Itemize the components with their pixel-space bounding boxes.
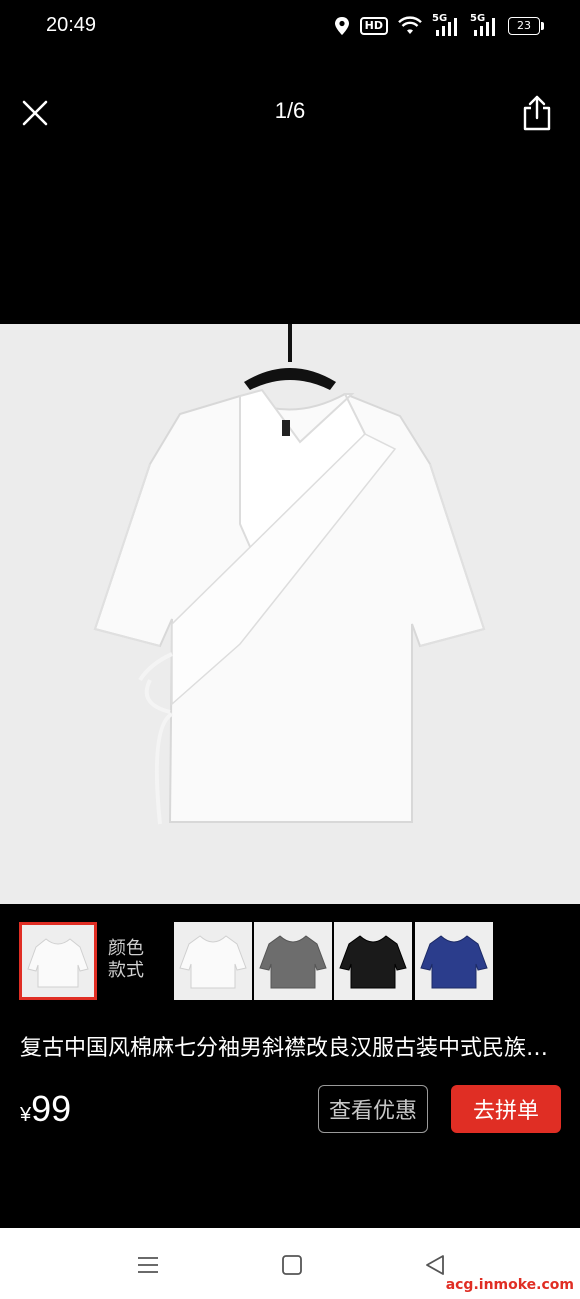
watermark: acg.inmoke.com	[445, 1277, 574, 1293]
home-icon	[282, 1255, 302, 1275]
product-image[interactable]	[0, 324, 580, 904]
price-currency: ¥	[20, 1104, 32, 1126]
thumbnail-navy[interactable]	[415, 922, 493, 1000]
price-amount: 99	[31, 1088, 72, 1129]
system-nav-bar: acg.inmoke.com	[0, 1228, 580, 1299]
menu-button[interactable]	[133, 1250, 163, 1280]
product-photo	[0, 324, 580, 904]
location-icon	[334, 17, 349, 35]
back-icon	[426, 1255, 444, 1275]
style-label-line2: 款式	[108, 960, 144, 981]
wifi-icon	[398, 16, 422, 34]
thumbnail-white-selected[interactable]	[19, 922, 97, 1000]
style-thumbnail-strip: 颜色 款式	[0, 922, 580, 1004]
product-price: ¥99	[20, 1088, 71, 1130]
menu-icon	[138, 1257, 158, 1273]
product-title: 复古中国风棉麻七分袖男斜襟改良汉服古装中式民族风唐装	[20, 1036, 560, 1061]
back-button[interactable]	[420, 1250, 450, 1280]
style-label: 颜色 款式	[108, 938, 158, 982]
signal-icon: 5G	[432, 13, 460, 37]
status-bar: 20:49 HD 5G 5G 23	[0, 0, 580, 52]
battery-level: 23	[517, 19, 531, 32]
thumbnail-gray[interactable]	[254, 922, 332, 1000]
signal-icon-2: 5G	[470, 13, 498, 37]
viewer-header: 1/6	[0, 80, 580, 144]
thumbnail-black[interactable]	[334, 922, 412, 1000]
status-icons: HD 5G 5G 23	[334, 13, 544, 38]
status-time: 20:49	[46, 14, 97, 36]
page-counter: 1/6	[274, 98, 306, 123]
view-coupons-button[interactable]: 查看优惠	[318, 1085, 428, 1133]
home-button[interactable]	[277, 1250, 307, 1280]
group-buy-button[interactable]: 去拼单	[451, 1085, 561, 1133]
style-label-line1: 颜色	[108, 938, 144, 959]
share-button[interactable]	[516, 90, 558, 136]
battery-icon: 23	[508, 17, 544, 35]
thumbnail-white[interactable]	[174, 922, 252, 1000]
hd-icon: HD	[359, 17, 388, 35]
share-icon	[523, 95, 551, 131]
